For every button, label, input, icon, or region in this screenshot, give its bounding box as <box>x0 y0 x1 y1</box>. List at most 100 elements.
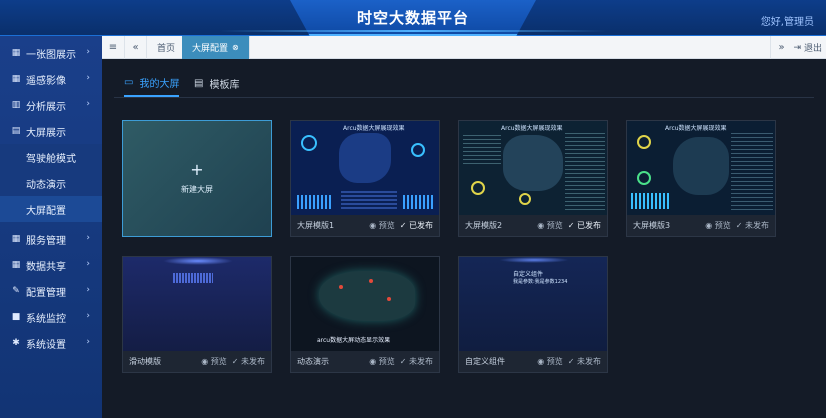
sidebar-item-label: 分析展示 <box>26 101 66 113</box>
publish-status[interactable]: ✓ 已发布 <box>568 220 601 231</box>
sidebar-subitem-cockpit[interactable]: 驾驶舱模式 <box>0 144 102 170</box>
map-region <box>319 271 415 321</box>
preview-label: 预览 <box>378 357 395 366</box>
tab-template-library[interactable]: ▤ 模板库 <box>194 69 239 97</box>
publish-status[interactable]: ✓ 已发布 <box>400 220 433 231</box>
status-label: 未发布 <box>409 357 433 366</box>
sidebar-item-service[interactable]: ▦ 服务管理 › <box>0 226 102 252</box>
tab-screen-config[interactable]: 大屏配置 ⊗ <box>182 36 250 59</box>
card-name: 自定义组件 <box>465 357 505 366</box>
glow-header <box>499 257 569 263</box>
thumbnail-subtitle: 我是参数:我是参数1234 <box>513 279 568 285</box>
close-icon[interactable]: ⊗ <box>232 43 239 52</box>
tab-my-screens[interactable]: ▭ 我的大屏 <box>124 69 180 97</box>
camera-icon: ■ <box>11 312 21 322</box>
header-glow-line <box>220 30 606 32</box>
thumbnail-title: Arcu数据大屏展现效果 <box>501 125 563 132</box>
screen-card[interactable]: Arcu数据大屏展现效果 大屏模版1 ◉ 预览 ✓ 已发布 <box>290 120 440 237</box>
thumbnail-title: 自定义组件 <box>513 271 544 278</box>
preview-button[interactable]: ◉ 预览 <box>369 220 395 231</box>
new-screen-card[interactable]: + 新建大屏 <box>122 120 272 237</box>
screen-card[interactable]: arcu数据大屏动态显示效果 动态演示 ◉ 预览 ✓ 未发布 <box>290 256 440 373</box>
sidebar-item-big-screen[interactable]: ▤ 大屏展示 <box>0 118 102 144</box>
publish-status[interactable]: ✓ 未发布 <box>232 356 265 367</box>
scroll-right-icon[interactable]: » <box>770 36 792 59</box>
screen-card[interactable]: 滑动模版 ◉ 预览 ✓ 未发布 <box>122 256 272 373</box>
check-icon: ✓ <box>567 221 575 230</box>
preview-button[interactable]: ◉ 预览 <box>201 356 227 367</box>
chevron-right-icon: › <box>86 337 90 347</box>
logout-label: 退出 <box>803 44 822 54</box>
preview-label: 预览 <box>378 221 395 230</box>
chevron-right-icon: › <box>86 233 90 243</box>
sidebar-item-label: 遥感影像 <box>26 75 66 87</box>
tab-label: 我的大屏 <box>139 78 180 90</box>
screen-card[interactable]: Arcu数据大屏展现效果 大屏模版3 ◉ 预览 ✓ 未发布 <box>626 120 776 237</box>
sidebar-item-label: 系统设置 <box>26 339 66 351</box>
table-icon: ▤ <box>194 77 204 89</box>
sidebar-item-data-share[interactable]: ▦ 数据共享 › <box>0 252 102 278</box>
map-region <box>503 135 563 191</box>
marker-icon <box>339 285 343 289</box>
grid-icon: ▦ <box>11 260 21 270</box>
grid-icon: ▦ <box>11 234 21 244</box>
eye-icon: ◉ <box>369 221 377 230</box>
preview-label: 预览 <box>714 221 731 230</box>
sidebar-item-remote-sensing[interactable]: ▦ 遥感影像 › <box>0 66 102 92</box>
ring-gauge <box>471 181 485 195</box>
bar-chart-block <box>403 195 433 209</box>
chevron-right-icon: › <box>86 259 90 269</box>
sidebar-item-label: 大屏展示 <box>26 127 66 139</box>
menu-toggle-icon[interactable]: ≡ <box>102 36 124 59</box>
sidebar-item-analysis[interactable]: ▥ 分析展示 › <box>0 92 102 118</box>
logout-icon: ⇥ <box>793 42 801 53</box>
chevron-right-icon: › <box>86 311 90 321</box>
card-footer: 滑动模版 ◉ 预览 ✓ 未发布 <box>123 351 271 372</box>
main-content: ▭ 我的大屏 ▤ 模板库 + 新建大屏 Arcu数据大屏展现效果 大屏模版1 ◉… <box>102 59 826 418</box>
logout-button[interactable]: ⇥ 退出 <box>793 36 822 59</box>
publish-status[interactable]: ✓ 未发布 <box>400 356 433 367</box>
preview-button[interactable]: ◉ 预览 <box>369 356 395 367</box>
ring-gauge <box>637 135 651 149</box>
sidebar-item-monitor[interactable]: ■ 系统监控 › <box>0 304 102 330</box>
map-region <box>339 133 391 183</box>
preview-label: 预览 <box>546 221 563 230</box>
preview-button[interactable]: ◉ 预览 <box>705 220 731 231</box>
publish-status[interactable]: ✓ 未发布 <box>568 356 601 367</box>
scroll-left-icon[interactable]: « <box>124 36 146 59</box>
sidebar-item-settings[interactable]: ✱ 系统设置 › <box>0 330 102 356</box>
chevron-right-icon: › <box>86 99 90 109</box>
sidebar-subitem-screen-config[interactable]: 大屏配置 <box>0 196 102 222</box>
card-footer: 大屏模版3 ◉ 预览 ✓ 未发布 <box>627 215 775 236</box>
marker-icon <box>369 279 373 283</box>
publish-status[interactable]: ✓ 未发布 <box>736 220 769 231</box>
sidebar-item-label: 数据共享 <box>26 261 66 273</box>
sidebar-subitem-dynamic-demo[interactable]: 动态演示 <box>0 170 102 196</box>
eye-icon: ◉ <box>201 357 209 366</box>
eye-icon: ◉ <box>537 221 545 230</box>
status-label: 未发布 <box>241 357 265 366</box>
dashboard-thumbnail <box>123 257 271 351</box>
check-icon: ✓ <box>399 357 407 366</box>
screen-card[interactable]: 自定义组件 我是参数:我是参数1234 自定义组件 ◉ 预览 ✓ 未发布 <box>458 256 608 373</box>
screen-card[interactable]: Arcu数据大屏展现效果 大屏模版2 ◉ 预览 ✓ 已发布 <box>458 120 608 237</box>
preview-button[interactable]: ◉ 预览 <box>537 220 563 231</box>
check-icon: ✓ <box>399 221 407 230</box>
sidebar-item-config[interactable]: ✎ 配置管理 › <box>0 278 102 304</box>
sidebar-item-label: 一张图展示 <box>26 49 76 61</box>
tab-home[interactable]: 首页 <box>146 36 187 59</box>
card-footer: 大屏模版2 ◉ 预览 ✓ 已发布 <box>459 215 607 236</box>
preview-button[interactable]: ◉ 预览 <box>537 356 563 367</box>
card-footer: 动态演示 ◉ 预览 ✓ 未发布 <box>291 351 439 372</box>
new-screen-label: 新建大屏 <box>181 185 213 194</box>
tab-label: 模板库 <box>209 79 240 91</box>
tab-bar: ≡ « 首页 大屏配置 ⊗ » ⇥ 退出 <box>102 36 826 59</box>
sidebar-item-one-map[interactable]: ▦ 一张图展示 › <box>0 40 102 66</box>
check-icon: ✓ <box>567 357 575 366</box>
thumbnail-title: Arcu数据大屏展现效果 <box>343 125 405 132</box>
card-name: 大屏模版1 <box>297 221 335 230</box>
grid-icon: ▦ <box>11 74 21 84</box>
user-greeting[interactable]: 您好,管理员 <box>761 13 814 28</box>
grid-icon: ▦ <box>11 48 21 58</box>
sidebar: ▦ 一张图展示 › ▦ 遥感影像 › ▥ 分析展示 › ▤ 大屏展示 驾驶舱模式… <box>0 36 102 418</box>
